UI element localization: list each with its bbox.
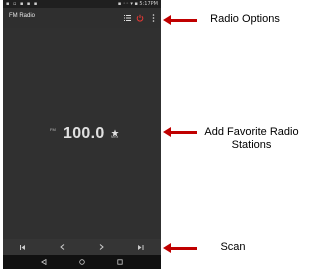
add-favorite-callout-line1: Add Favorite Radio bbox=[204, 126, 299, 138]
status-bar: ▪ ▫ ▪ ▪ ▪ ▪ ◦◦ ▾ ▪ 5:17PM bbox=[3, 0, 161, 8]
scan-callout: Scan bbox=[220, 241, 246, 253]
prev-station-icon[interactable] bbox=[18, 242, 28, 252]
star-icon[interactable] bbox=[111, 124, 119, 137]
add-favorite-callout: Add Favorite Radio Stations bbox=[200, 126, 303, 152]
app-bar: FM Radio bbox=[3, 8, 161, 28]
system-nav-bar bbox=[3, 255, 161, 269]
seek-forward-icon[interactable] bbox=[97, 242, 107, 252]
add-favorite-arrow bbox=[163, 127, 197, 137]
app-actions bbox=[123, 12, 157, 24]
status-notification-icons: ▪ ▫ ▪ ▪ ▪ bbox=[6, 1, 39, 7]
frequency-unit: MHz bbox=[111, 135, 119, 139]
scan-controls bbox=[3, 239, 161, 255]
tuner-area: FM 100.0 MHz bbox=[3, 28, 161, 239]
radio-options-arrow bbox=[163, 15, 197, 25]
home-icon[interactable] bbox=[77, 257, 87, 267]
list-icon[interactable] bbox=[123, 13, 131, 23]
band-label: FM bbox=[50, 127, 56, 132]
next-station-icon[interactable] bbox=[136, 242, 146, 252]
frequency-display: FM 100.0 MHz bbox=[3, 124, 161, 148]
status-system-icons: ▪ ◦◦ ▾ ▪ 5:17PM bbox=[117, 1, 158, 7]
more-options-icon[interactable] bbox=[149, 13, 157, 23]
scan-arrow bbox=[163, 243, 197, 253]
frequency-value: 100.0 bbox=[63, 125, 105, 142]
app-title: FM Radio bbox=[9, 13, 36, 19]
phone-screen: ▪ ▫ ▪ ▪ ▪ ▪ ◦◦ ▾ ▪ 5:17PM FM Radio FM 10… bbox=[3, 0, 161, 269]
power-icon[interactable] bbox=[136, 13, 144, 23]
recents-icon[interactable] bbox=[115, 257, 125, 267]
add-favorite-callout-line2: Stations bbox=[231, 139, 272, 151]
seek-back-icon[interactable] bbox=[57, 242, 67, 252]
radio-options-callout: Radio Options bbox=[210, 13, 280, 25]
back-icon[interactable] bbox=[39, 257, 49, 267]
